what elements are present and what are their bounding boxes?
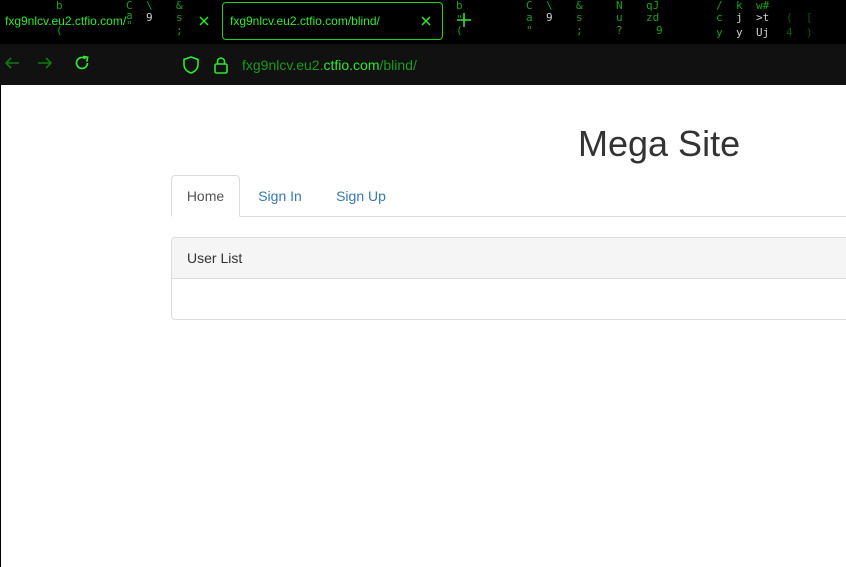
close-icon[interactable] [194, 11, 214, 31]
shield-icon[interactable] [180, 54, 202, 76]
forward-button[interactable] [33, 53, 57, 77]
browser-tab-active[interactable]: fxg9nlcv.eu2.ctfio.com/blind/ [222, 2, 443, 40]
tab-sign-in[interactable]: Sign In [250, 175, 310, 217]
site-nav-tabs: Home Sign In Sign Up [171, 175, 846, 217]
page-title: Mega Site [578, 123, 741, 164]
tab-sign-up[interactable]: Sign Up [326, 175, 396, 217]
url-path: /blind/ [379, 57, 417, 73]
new-tab-button[interactable] [452, 10, 476, 34]
arrow-right-icon [37, 55, 53, 76]
tab-strip: b C \ & a 9 s " ; ( b C \ & N qJ / k w# … [0, 0, 846, 44]
arrow-left-icon [4, 55, 20, 76]
tab-title: fxg9nlcv.eu2.ctfio.com/blind/ [230, 14, 380, 28]
tab-title: fxg9nlcv.eu2.ctfio.com/ [5, 14, 127, 28]
user-list-panel: User List [171, 237, 846, 320]
web-page: Mega Site Home Sign In Sign Up User List [1, 85, 846, 567]
url-text[interactable]: fxg9nlcv.eu2.ctfio.com/blind/ [242, 57, 417, 73]
browser-tab-inactive[interactable]: fxg9nlcv.eu2.ctfio.com/ [0, 2, 214, 40]
reload-icon [73, 54, 91, 77]
url-prefix: fxg9nlcv.eu2. [242, 57, 324, 73]
tab-home[interactable]: Home [171, 175, 240, 217]
back-button[interactable] [0, 53, 24, 77]
plus-icon [457, 12, 471, 32]
lock-icon[interactable] [210, 54, 232, 76]
navigation-toolbar: fxg9nlcv.eu2.ctfio.com/blind/ [0, 44, 846, 85]
url-host: ctfio.com [323, 57, 380, 73]
panel-body [172, 279, 846, 319]
reload-button[interactable] [70, 53, 94, 77]
close-icon[interactable] [416, 11, 436, 31]
address-bar[interactable]: fxg9nlcv.eu2.ctfio.com/blind/ [180, 52, 840, 78]
panel-heading: User List [172, 238, 846, 279]
